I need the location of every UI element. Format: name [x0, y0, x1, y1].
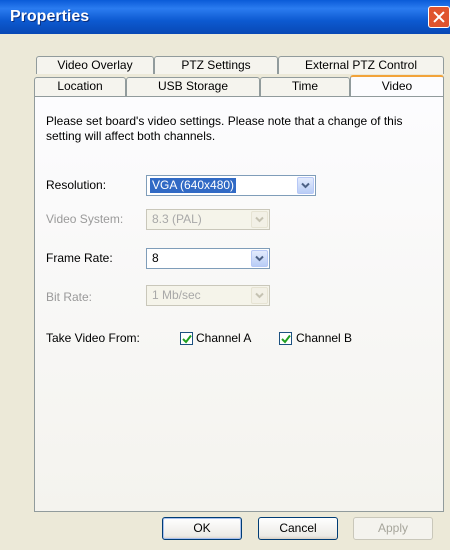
- tab-label: PTZ Settings: [181, 58, 251, 72]
- bit-rate-value: 1 Mb/sec: [152, 288, 201, 302]
- frame-rate-label: Frame Rate:: [46, 251, 113, 265]
- video-system-label: Video System:: [46, 212, 124, 226]
- chevron-down-icon: [251, 211, 268, 228]
- title-bar[interactable]: Properties: [0, 0, 450, 34]
- channel-a-checkbox[interactable]: [180, 332, 193, 345]
- video-system-value: 8.3 (PAL): [152, 212, 202, 226]
- bit-rate-label: Bit Rate:: [46, 290, 93, 304]
- video-system-select: 8.3 (PAL): [146, 209, 270, 230]
- frame-rate-value: 8: [152, 251, 159, 265]
- window-title: Properties: [10, 8, 90, 25]
- resolution-label: Resolution:: [46, 178, 107, 192]
- tab-external-ptz-control[interactable]: External PTZ Control: [278, 56, 444, 74]
- tab-time[interactable]: Time: [260, 77, 350, 96]
- resolution-value: VGA (640x480): [150, 178, 237, 193]
- checkmark-icon: [182, 334, 192, 344]
- chevron-down-icon: [251, 287, 268, 304]
- cancel-button[interactable]: Cancel: [258, 517, 338, 540]
- bit-rate-select: 1 Mb/sec: [146, 285, 270, 306]
- take-video-from-label: Take Video From:: [46, 331, 140, 345]
- tab-video-overlay[interactable]: Video Overlay: [36, 56, 154, 74]
- channel-b-checkbox[interactable]: [279, 332, 292, 345]
- properties-dialog: Properties Video Overlay PTZ Settings Ex…: [0, 0, 450, 550]
- chevron-down-icon[interactable]: [297, 177, 314, 194]
- tab-video[interactable]: Video: [350, 75, 444, 96]
- ok-button[interactable]: OK: [162, 517, 242, 540]
- tab-label: Location: [57, 79, 103, 93]
- tab-label: External PTZ Control: [304, 58, 418, 72]
- apply-button: Apply: [353, 517, 433, 540]
- tab-usb-storage[interactable]: USB Storage: [126, 77, 260, 96]
- tab-ptz-settings[interactable]: PTZ Settings: [154, 56, 278, 74]
- tab-label: Video Overlay: [57, 58, 133, 72]
- tab-label: Video: [381, 79, 413, 93]
- checkmark-icon: [281, 334, 291, 344]
- panel-description: Please set board's video settings. Pleas…: [46, 114, 403, 143]
- tab-label: Time: [291, 79, 319, 93]
- tab-location[interactable]: Location: [34, 77, 126, 96]
- frame-rate-select[interactable]: 8: [146, 248, 270, 269]
- resolution-select[interactable]: VGA (640x480): [146, 175, 316, 196]
- chevron-down-icon[interactable]: [251, 250, 268, 267]
- channel-b-label[interactable]: Channel B: [296, 331, 352, 345]
- tab-label: USB Storage: [157, 79, 229, 93]
- close-icon[interactable]: [428, 6, 450, 28]
- channel-a-label[interactable]: Channel A: [196, 331, 251, 345]
